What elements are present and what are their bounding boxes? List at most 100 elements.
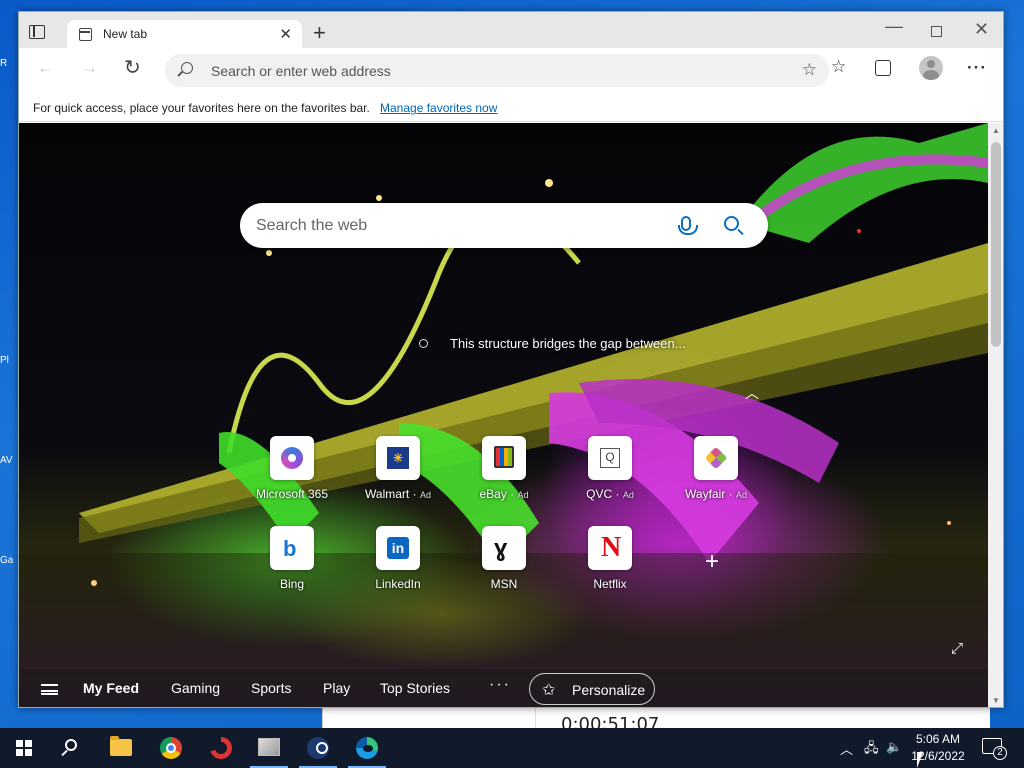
web-search-box[interactable]: Search the web bbox=[240, 203, 768, 248]
expand-icon[interactable]: ⤢ bbox=[951, 640, 963, 657]
personalize-label: Personalize bbox=[572, 682, 646, 698]
search-icon bbox=[65, 739, 77, 751]
tab-close-icon[interactable]: ✕ bbox=[279, 25, 292, 43]
chevron-up-icon[interactable]: ︿ bbox=[745, 383, 759, 403]
add-shortcut-button[interactable]: + bbox=[705, 548, 719, 576]
tile-icon-container bbox=[694, 436, 738, 480]
shortcut-label: LinkedIn bbox=[375, 577, 421, 591]
monitor-icon bbox=[258, 738, 280, 756]
new-tab-button[interactable]: + bbox=[313, 20, 326, 46]
web-search-input[interactable]: Search the web bbox=[256, 217, 367, 235]
linkedin-icon: in bbox=[387, 537, 409, 559]
profile-avatar[interactable] bbox=[919, 56, 943, 80]
microphone-icon[interactable] bbox=[678, 216, 698, 235]
shortcut-label: Wayfair · Ad bbox=[685, 487, 747, 501]
address-input[interactable]: Search or enter web address bbox=[211, 63, 391, 79]
msn-icon: ɣ bbox=[494, 535, 508, 562]
volume-icon[interactable]: 🔈 bbox=[886, 739, 902, 755]
personalize-button[interactable]: ✩ Personalize bbox=[529, 673, 655, 705]
feed-tab-top-stories[interactable]: Top Stories bbox=[380, 680, 450, 696]
collections-icon[interactable] bbox=[875, 60, 891, 76]
desktop-icon-4[interactable]: Ga bbox=[0, 555, 18, 566]
address-bar[interactable]: Search or enter web address ☆ bbox=[165, 54, 829, 87]
shortcut-wayfair[interactable]: Wayfair · Ad bbox=[671, 436, 761, 501]
steam-icon bbox=[307, 737, 329, 759]
tab-new-tab[interactable]: New tab ✕ bbox=[67, 20, 302, 48]
shortcut-walmart[interactable]: ✳ Walmart · Ad bbox=[353, 436, 443, 501]
title-bar: New tab ✕ + — ✕ bbox=[19, 12, 1003, 48]
feed-tab-gaming[interactable]: Gaming bbox=[171, 680, 220, 696]
refresh-button[interactable]: ↻ bbox=[124, 55, 141, 80]
desktop-icon-2[interactable]: Pl bbox=[0, 355, 18, 366]
shortcut-msn[interactable]: ɣ MSN bbox=[459, 526, 549, 591]
tile-icon-container: ✳ bbox=[376, 436, 420, 480]
add-favorite-icon[interactable]: ☆ bbox=[802, 60, 817, 80]
desktop-icon-3[interactable]: AV bbox=[0, 455, 18, 466]
tab-title: New tab bbox=[103, 27, 148, 41]
shortcut-label: eBay · Ad bbox=[479, 487, 529, 501]
favorites-icon[interactable]: ☆ bbox=[831, 57, 846, 77]
feed-navigation-bar: My Feed Gaming Sports Play Top Stories ·… bbox=[19, 669, 988, 707]
scroll-down-arrow-icon[interactable]: ▼ bbox=[992, 696, 1000, 705]
start-button[interactable] bbox=[0, 728, 46, 768]
minimize-button[interactable]: — bbox=[885, 16, 903, 37]
feed-tab-my-feed[interactable]: My Feed bbox=[83, 680, 139, 696]
shortcut-ebay[interactable]: eBay · Ad bbox=[459, 436, 549, 501]
menu-icon[interactable] bbox=[41, 684, 58, 695]
shortcut-label: Bing bbox=[279, 577, 305, 591]
taskbar-remote-desktop[interactable] bbox=[246, 728, 292, 768]
shortcut-label: Netflix bbox=[593, 577, 627, 591]
shortcut-bing[interactable]: b Bing bbox=[247, 526, 337, 591]
shortcut-microsoft-365[interactable]: Microsoft 365 bbox=[247, 436, 337, 501]
shortcut-label: MSN bbox=[490, 577, 518, 591]
tab-actions-icon[interactable] bbox=[29, 25, 45, 39]
settings-more-button[interactable]: ··· bbox=[967, 58, 987, 78]
tile-icon-container: ɣ bbox=[482, 526, 526, 570]
clock-time: 5:06 AM bbox=[915, 732, 961, 746]
feed-more-button[interactable]: ··· bbox=[489, 676, 511, 694]
taskbar-clock[interactable]: 5:06 AM 12/6/2022 bbox=[906, 731, 970, 765]
network-icon[interactable]: 🖧 bbox=[864, 739, 879, 761]
taskbar-file-explorer[interactable] bbox=[98, 728, 144, 768]
back-button[interactable]: ← bbox=[37, 58, 54, 78]
feed-tab-sports[interactable]: Sports bbox=[251, 680, 291, 696]
shortcut-linkedin[interactable]: in LinkedIn bbox=[353, 526, 443, 591]
search-icon bbox=[181, 62, 193, 74]
shortcut-netflix[interactable]: N Netflix bbox=[565, 526, 655, 591]
chrome-icon bbox=[160, 737, 182, 759]
image-caption[interactable]: This structure bridges the gap between..… bbox=[419, 336, 686, 351]
tile-icon-container: in bbox=[376, 526, 420, 570]
show-hidden-icons-icon[interactable]: ︿ bbox=[840, 739, 853, 758]
new-tab-favicon-icon bbox=[79, 28, 92, 41]
search-icon[interactable] bbox=[724, 216, 739, 231]
taskbar-edge[interactable] bbox=[344, 728, 390, 768]
search-icon bbox=[419, 339, 428, 348]
image-caption-text: This structure bridges the gap between..… bbox=[450, 336, 686, 351]
maximize-button[interactable] bbox=[931, 26, 942, 37]
taskbar-ccleaner[interactable] bbox=[198, 728, 244, 768]
ccleaner-icon bbox=[210, 737, 232, 759]
feed-tab-play[interactable]: Play bbox=[323, 680, 350, 696]
taskbar-search-button[interactable] bbox=[48, 728, 94, 768]
manage-favorites-link[interactable]: Manage favorites now bbox=[380, 101, 497, 115]
scroll-up-arrow-icon[interactable]: ▲ bbox=[992, 126, 1000, 135]
tile-icon-container bbox=[482, 436, 526, 480]
taskbar-chrome[interactable] bbox=[148, 728, 194, 768]
shortcut-qvc[interactable]: Q QVC · Ad bbox=[565, 436, 655, 501]
microsoft-365-icon bbox=[281, 447, 303, 469]
forward-button[interactable]: → bbox=[81, 58, 98, 78]
tile-icon-container: b bbox=[270, 526, 314, 570]
close-window-button[interactable]: ✕ bbox=[974, 19, 989, 40]
notification-count-badge: 2 bbox=[993, 746, 1007, 760]
netflix-icon: N bbox=[601, 532, 622, 563]
personalize-icon: ✩ bbox=[542, 682, 556, 699]
wayfair-icon bbox=[704, 446, 728, 470]
edge-icon bbox=[356, 737, 378, 759]
windows-logo-icon bbox=[16, 740, 32, 756]
scrollbar-thumb[interactable] bbox=[991, 142, 1001, 347]
desktop-icon-1[interactable]: R bbox=[0, 58, 18, 69]
shortcut-label: QVC · Ad bbox=[586, 487, 634, 501]
shortcut-label: Walmart · Ad bbox=[365, 487, 431, 501]
taskbar-steam[interactable] bbox=[295, 728, 341, 768]
tile-icon-container bbox=[270, 436, 314, 480]
